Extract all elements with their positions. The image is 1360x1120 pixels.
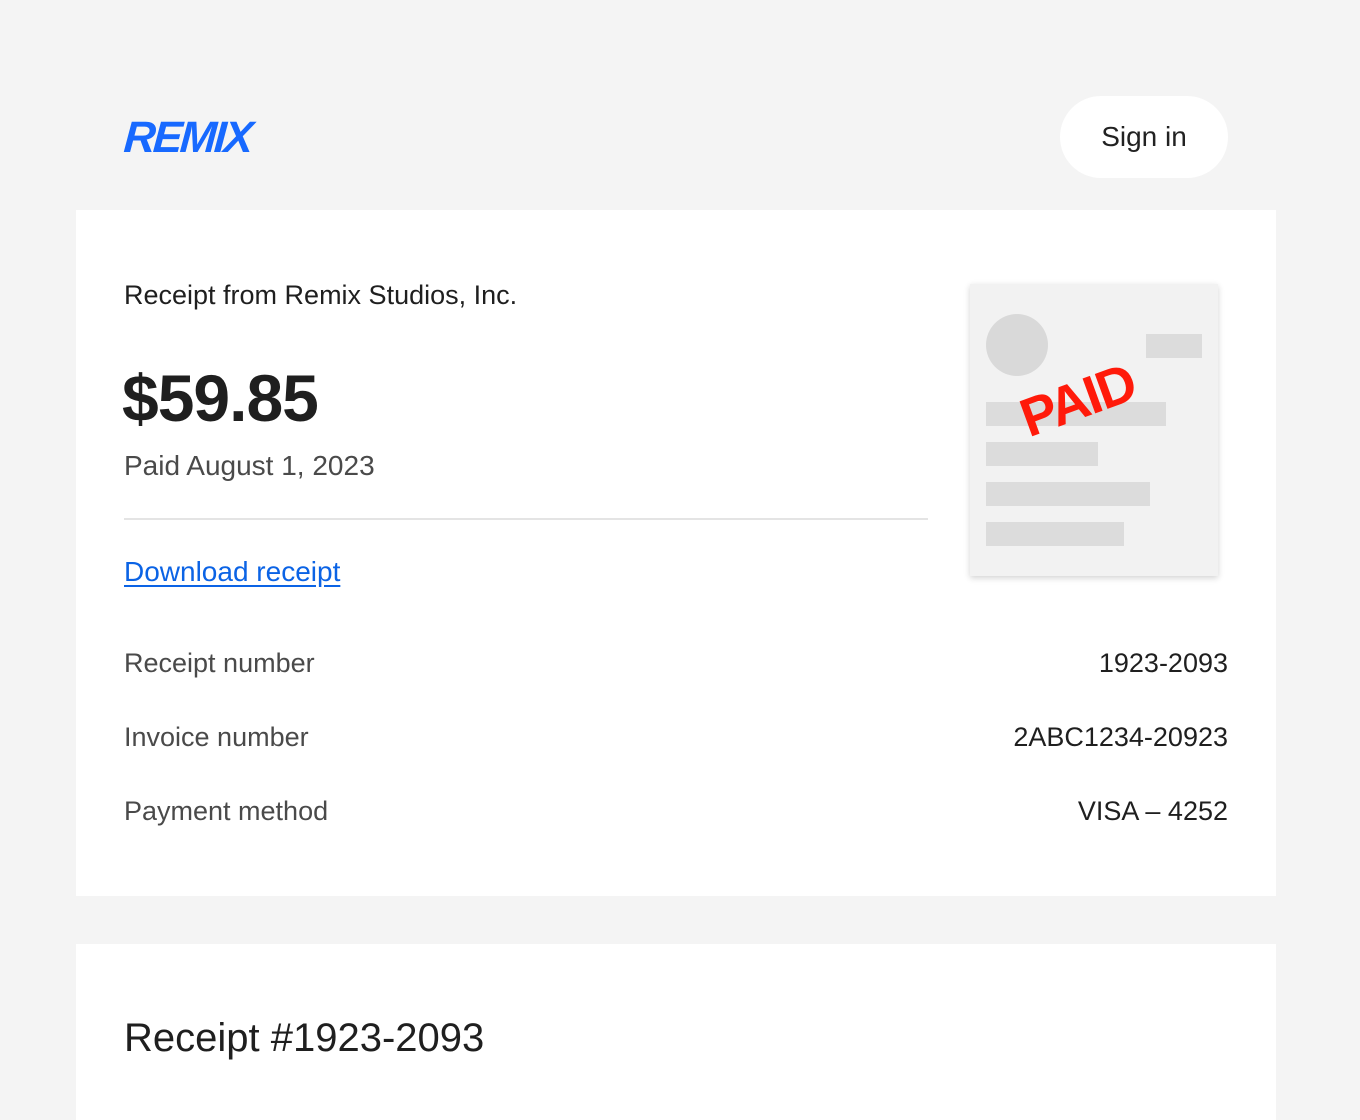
- placeholder-bar: [986, 522, 1124, 546]
- receipt-number-value: 1923-2093: [1098, 648, 1228, 678]
- remix-logo[interactable]: REMIX: [122, 113, 252, 162]
- receipt-from-text: Receipt from Remix Studios, Inc.: [124, 280, 518, 310]
- sign-in-button[interactable]: Sign in: [1060, 96, 1228, 178]
- receipt-summary-card: Receipt from Remix Studios, Inc. $59.85 …: [76, 210, 1276, 896]
- divider: [124, 518, 928, 520]
- placeholder-bar: [1146, 334, 1202, 358]
- invoice-number-row: Invoice number 2ABC1234-20923: [124, 722, 1228, 762]
- paid-date: Paid August 1, 2023: [124, 450, 375, 481]
- amount-paid: $59.85: [122, 361, 319, 435]
- header: REMIX Sign in: [0, 0, 1360, 210]
- receipt-details-card: Receipt #1923-2093: [76, 944, 1276, 1120]
- payment-method-row: Payment method VISA – 4252: [124, 796, 1228, 836]
- payment-method-value: VISA – 4252: [1077, 796, 1228, 826]
- payment-method-label: Payment method: [124, 796, 329, 826]
- placeholder-bar: [986, 442, 1098, 466]
- invoice-number-label: Invoice number: [124, 722, 309, 752]
- page: REMIX Sign in Receipt from Remix Studios…: [0, 0, 1360, 1120]
- invoice-number-value: 2ABC1234-20923: [1013, 722, 1228, 752]
- placeholder-bar: [986, 482, 1150, 506]
- paid-document-illustration: PAID: [970, 284, 1218, 576]
- download-receipt-link[interactable]: Download receipt: [124, 556, 340, 588]
- receipt-title: Receipt #1923-2093: [124, 1016, 485, 1060]
- receipt-number-row: Receipt number 1923-2093: [124, 648, 1228, 688]
- placeholder-circle: [986, 314, 1048, 376]
- receipt-number-label: Receipt number: [124, 648, 315, 678]
